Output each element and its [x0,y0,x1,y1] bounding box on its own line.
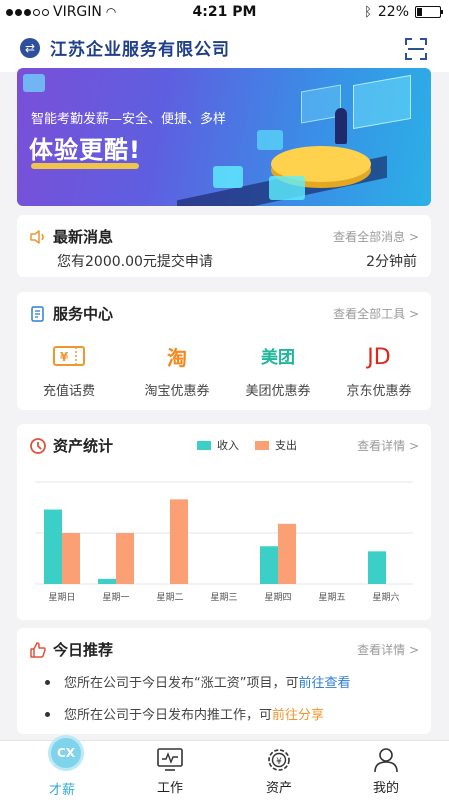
recommend-title: 今日推荐 [53,641,114,659]
tab-label: 才薪 [48,783,75,798]
news-time: 2分钟前 [366,254,417,270]
x-tick-label: 星期日 [48,592,75,603]
coin-gear-icon: ¥ [268,749,290,771]
news-card: 最新消息 查看全部消息 > 您有2000.00元提交申请 2分钟前 [17,215,431,277]
glow-box-graphic [257,130,283,150]
speaker-icon [30,230,44,244]
tab-caixin[interactable]: CX 才薪 [6,735,118,800]
bar-expense [170,499,188,584]
bar-expense [116,533,134,584]
cx-logo-icon: CX [48,735,84,771]
person-graphic [335,108,347,144]
service-item-recharge[interactable]: ¥ 充值话费 [19,344,119,399]
service-item-meituan[interactable]: 美团 美团优惠券 [228,344,328,399]
taobao-icon: 淘 [167,346,187,370]
recommend-item: 您所在公司于今日发布“涨工资”项目，可前往查看 [45,672,351,691]
view-recommend-details-link[interactable]: 查看详情 > [357,641,419,658]
bar-income [44,509,62,584]
bullet [45,712,50,717]
svg-text:¥: ¥ [60,350,69,364]
service-item-jd[interactable]: JD 京东优惠券 [329,344,429,399]
app-header: ⇄ 江苏企业服务有限公司 [0,24,449,72]
status-bar: VIRGIN ◠ 4:21 PM ᛒ 22% [0,0,449,24]
banner-headline: 体验更酷! [29,136,141,164]
x-tick-label: 星期五 [318,592,345,603]
promo-banner[interactable]: 智能考勤发薪—安全、便捷、多样 体验更酷! [17,68,431,206]
tab-work[interactable]: 工作 [114,741,226,800]
cube-graphic [23,74,45,92]
glow-box-graphic [269,176,305,200]
phone-recharge-icon: ¥ [19,344,119,372]
recommend-card: 今日推荐 查看详情 > 您所在公司于今日发布“涨工资”项目，可前往查看 您所在公… [17,628,431,734]
x-tick-label: 星期四 [264,592,291,603]
meituan-icon: 美团 [261,348,295,368]
service-card: 服务中心 查看全部工具 > ¥ 充值话费 淘 淘宝优惠券 美团 美团优惠券 JD… [17,292,431,410]
recommend-text: 您所在公司于今日发布内推工作，可 [64,708,273,723]
bar-income [368,551,386,584]
battery-percent: 22% [377,4,409,20]
tab-profile[interactable]: 我的 [330,741,442,800]
company-name[interactable]: 江苏企业服务有限公司 [50,35,230,60]
asset-stats-card: 资产统计 收入 支出 查看详情 > 星期日 星期一 星期二 星期三 星期四 星期五 星期六 [17,424,431,620]
view-now-link[interactable]: 前往查看 [298,676,350,691]
switch-company-icon[interactable]: ⇄ [20,38,40,58]
jd-icon: JD [367,345,391,370]
x-tick-label: 星期一 [102,592,129,603]
bar-income [98,578,116,584]
tab-label: 工作 [156,781,183,796]
service-label: 淘宝优惠券 [144,384,210,399]
asset-bar-chart: 星期日 星期一 星期二 星期三 星期四 星期五 星期六 [35,481,413,603]
bluetooth-icon: ᛒ [364,4,372,20]
share-now-link[interactable]: 前往分享 [272,708,324,723]
tab-assets[interactable]: ¥ 资产 [223,741,335,800]
battery-icon [415,6,443,18]
bar-expense [278,523,296,584]
monitor-icon [157,748,183,771]
view-all-news-link[interactable]: 查看全部消息 > [333,228,419,245]
scan-icon[interactable] [405,38,427,60]
recommend-text: 您所在公司于今日发布“涨工资”项目，可 [64,676,299,691]
bar-income [260,546,278,584]
bullet [45,680,50,685]
tab-label: 我的 [372,781,399,796]
svg-text:¥: ¥ [276,757,282,767]
glow-box-graphic [213,166,243,188]
thumbs-up-icon [30,642,46,658]
x-tick-label: 星期三 [210,592,237,603]
view-all-tools-link[interactable]: 查看全部工具 > [333,305,419,322]
service-label: 美团优惠券 [245,384,311,399]
service-item-taobao[interactable]: 淘 淘宝优惠券 [127,344,227,399]
document-icon [31,306,44,322]
x-tick-label: 星期二 [156,592,183,603]
service-title: 服务中心 [53,305,114,323]
status-right: ᛒ 22% [364,4,443,20]
service-label: 充值话费 [42,384,95,399]
banner-subtitle: 智能考勤发薪—安全、便捷、多样 [31,112,227,127]
bar-expense [62,533,80,584]
recommend-item: 您所在公司于今日发布内推工作，可前往分享 [45,704,324,723]
news-message[interactable]: 您有2000.00元提交申请 [57,251,213,271]
news-title: 最新消息 [53,228,114,246]
service-label: 京东优惠券 [346,384,412,399]
user-icon [374,748,398,773]
tab-label: 资产 [265,781,292,796]
x-tick-label: 星期六 [372,591,399,603]
tab-bar: CX 才薪 工作 ¥ 资产 我的 [0,735,449,800]
screen-graphic [353,74,411,130]
